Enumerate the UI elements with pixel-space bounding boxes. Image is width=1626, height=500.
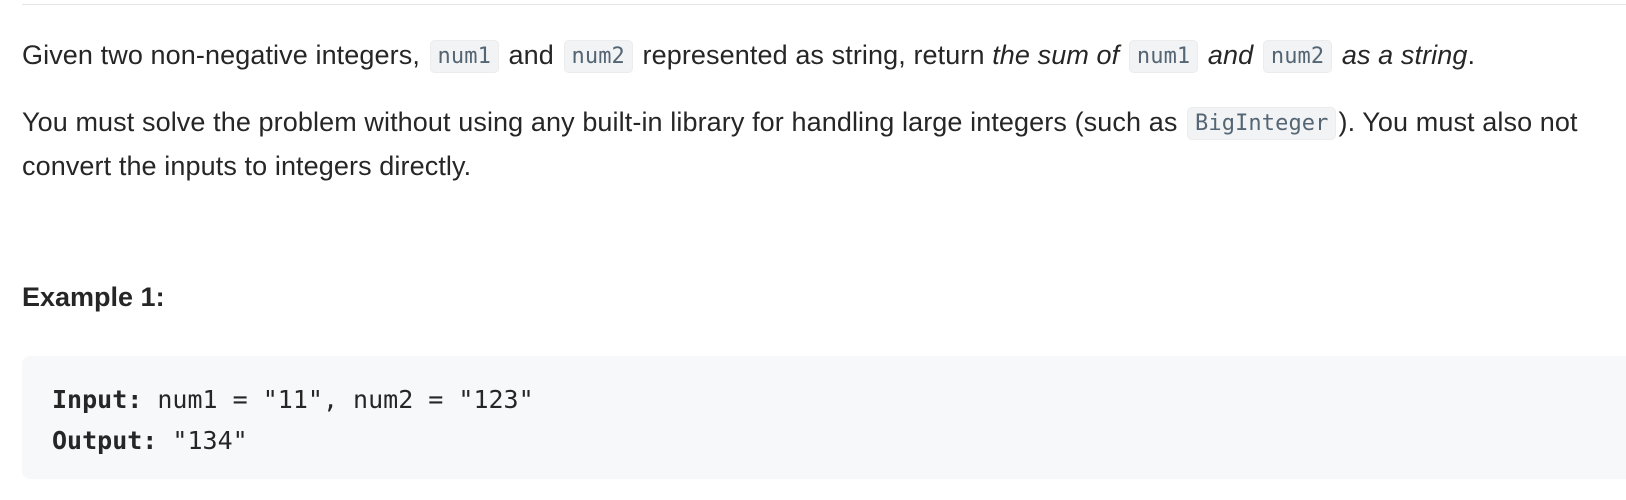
input-label: Input: xyxy=(52,385,143,414)
inline-code-num1: num1 xyxy=(429,40,499,73)
example-input-line: Input: num1 = "11", num2 = "123" xyxy=(52,379,1626,420)
inline-code-num2: num2 xyxy=(563,40,633,73)
description-paragraph-2: You must solve the problem without using… xyxy=(22,101,1612,187)
emphasis-text: the sum of xyxy=(992,40,1120,70)
output-label: Output: xyxy=(52,426,158,455)
emphasis-text: as a string xyxy=(1341,40,1468,70)
problem-description: Given two non-negative integers, num1 an… xyxy=(0,0,1626,500)
inline-code-num2: num2 xyxy=(1262,40,1333,73)
example-title: Example 1: xyxy=(22,282,165,312)
output-value: "134" xyxy=(172,426,248,455)
example-output-line: Output: "134" xyxy=(52,420,1626,461)
example-code-block: Input: num1 = "11", num2 = "123" Output:… xyxy=(22,356,1626,479)
top-divider xyxy=(22,4,1626,5)
text: Given two non-negative integers, xyxy=(22,40,420,70)
inline-code-num1: num1 xyxy=(1128,40,1199,73)
text: represented as string, return xyxy=(642,40,985,70)
text: and xyxy=(508,40,554,70)
emphasis-text: and xyxy=(1207,40,1254,70)
input-value: num1 = "11", num2 = "123" xyxy=(157,385,534,414)
description-paragraph-1: Given two non-negative integers, num1 an… xyxy=(22,34,1612,78)
text: . xyxy=(1467,40,1476,70)
text: You must solve the problem without using… xyxy=(22,107,1178,137)
inline-code-biginteger: BigInteger xyxy=(1187,107,1337,140)
